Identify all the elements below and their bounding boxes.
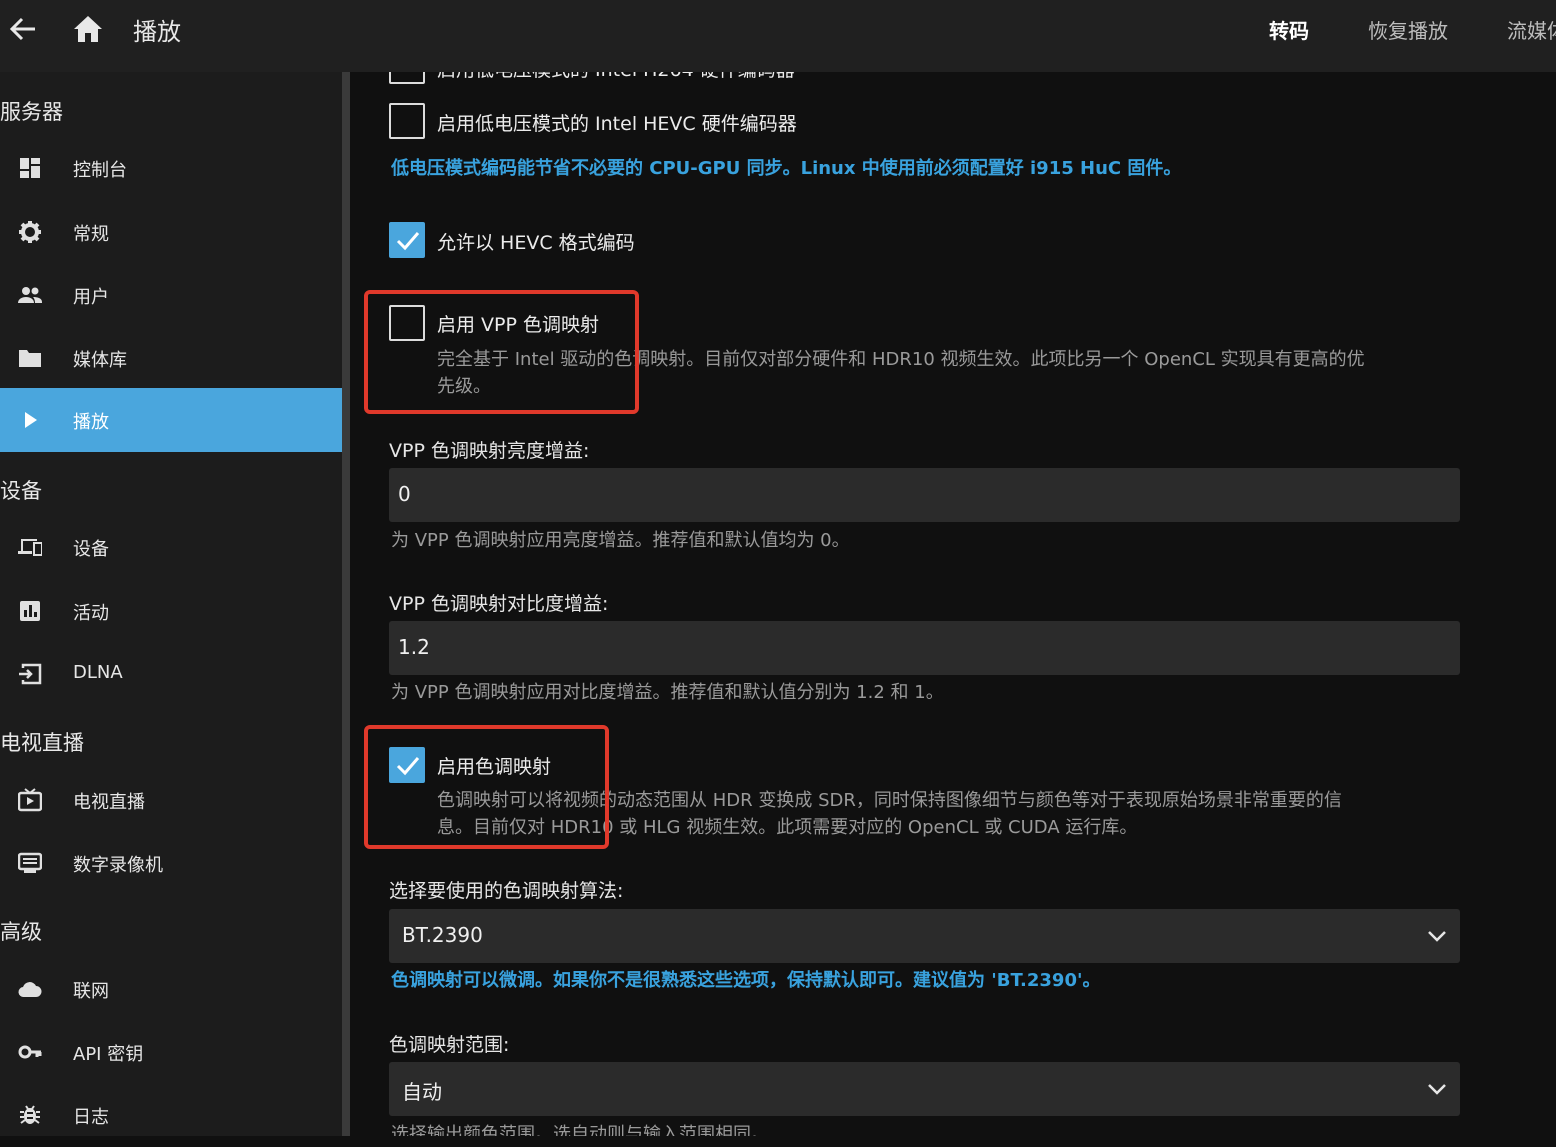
back-arrow-icon[interactable] [8, 14, 38, 44]
checkbox-lowpower-hevc-label: 启用低电压模式的 Intel HEVC 硬件编码器 [437, 113, 797, 135]
sidebar-item-label: 活动 [73, 603, 109, 624]
sidebar-item-label: 数字录像机 [73, 855, 163, 876]
vpp-brightness-help: 为 VPP 色调映射应用亮度增益。推荐值和默认值均为 0。 [391, 530, 850, 551]
tonemap-range-help: 选择输出颜色范围。选自动则与输入范围相同。 [391, 1124, 769, 1136]
home-icon[interactable] [72, 14, 104, 44]
devices-icon [18, 539, 42, 556]
users-icon [18, 287, 42, 303]
app-header: 播放 转码 恢复播放 流媒体 [0, 0, 1556, 72]
lowpower-help-text: 低电压模式编码能节省不必要的 CPU-GPU 同步。Linux 中使用前必须配置… [391, 158, 1182, 179]
sidebar-item-dashboard[interactable]: 控制台 [0, 136, 342, 200]
sidebar-item-label: 控制台 [73, 160, 127, 181]
highlight-box-tonemap [364, 725, 609, 849]
dlna-icon [19, 663, 42, 685]
settings-content: 启用低电压模式的 Intel H264 硬件编码器 启用低电压模式的 Intel… [350, 72, 1556, 1136]
live-tv-icon [18, 788, 42, 812]
checkbox-allow-hevc[interactable] [389, 222, 425, 258]
page-title: 播放 [133, 18, 181, 46]
tonemap-algorithm-select[interactable]: BT.2390 [389, 909, 1460, 963]
tonemap-range-label: 色调映射范围: [389, 1034, 510, 1056]
dvr-icon [18, 852, 42, 873]
sidebar-item-activity[interactable]: 活动 [0, 579, 342, 643]
cloud-icon [18, 982, 42, 998]
checkbox-lowpower-hevc[interactable] [389, 103, 425, 139]
sidebar-item-libraries[interactable]: 媒体库 [0, 326, 342, 390]
sidebar-item-label: DLNA [73, 662, 123, 683]
section-title-server: 服务器 [0, 100, 63, 124]
sidebar-item-label: 常规 [73, 224, 109, 245]
gear-icon [19, 221, 41, 243]
tab-streaming[interactable]: 流媒体 [1507, 15, 1556, 44]
vpp-brightness-input[interactable]: 0 [389, 468, 1460, 522]
sidebar-item-logs[interactable]: 日志 [0, 1083, 342, 1147]
tab-transcoding[interactable]: 转码 [1269, 15, 1309, 44]
tonemap-algorithm-value: BT.2390 [402, 923, 483, 947]
tab-resume[interactable]: 恢复播放 [1368, 15, 1448, 44]
chevron-down-icon [1428, 931, 1446, 942]
tonemap-algorithm-label: 选择要使用的色调映射算法: [389, 880, 624, 902]
sidebar-item-dlna[interactable]: DLNA [0, 642, 342, 706]
check-icon [396, 232, 420, 251]
vpp-brightness-value: 0 [398, 482, 411, 506]
sidebar-item-label: 联网 [73, 981, 109, 1002]
section-title-livetv: 电视直播 [0, 731, 84, 755]
sidebar-item-label: API 密钥 [73, 1044, 144, 1065]
sidebar-item-livetv[interactable]: 电视直播 [0, 768, 342, 832]
sidebar-item-dvr[interactable]: 数字录像机 [0, 831, 342, 895]
play-icon [25, 412, 37, 428]
sidebar-item-label: 媒体库 [73, 350, 127, 371]
checkbox-allow-hevc-label: 允许以 HEVC 格式编码 [437, 232, 635, 254]
sidebar-item-apikeys[interactable]: API 密钥 [0, 1020, 342, 1084]
vpp-contrast-value: 1.2 [398, 635, 430, 659]
section-title-advanced: 高级 [0, 920, 42, 944]
activity-icon [20, 601, 40, 621]
sidebar-item-general[interactable]: 常规 [0, 200, 342, 264]
vpp-contrast-label: VPP 色调映射对比度增益: [389, 593, 609, 615]
section-title-devices: 设备 [0, 479, 42, 503]
sidebar-item-users[interactable]: 用户 [0, 263, 342, 327]
checkbox-lowpower-h264-label: 启用低电压模式的 Intel H264 硬件编码器 [437, 72, 795, 82]
folder-icon [19, 350, 41, 367]
vpp-contrast-help: 为 VPP 色调映射应用对比度增益。推荐值和默认值分别为 1.2 和 1。 [391, 682, 944, 703]
dashboard-icon [20, 158, 40, 178]
bug-icon [20, 1105, 40, 1124]
sidebar-scrollbar[interactable] [342, 72, 350, 1136]
sidebar-item-label: 用户 [73, 287, 109, 308]
chevron-down-icon [1428, 1084, 1446, 1095]
highlight-box-vpp [364, 290, 639, 414]
key-icon [18, 1045, 42, 1059]
tonemap-range-select[interactable]: 自动 [389, 1062, 1460, 1116]
sidebar-item-playback[interactable]: 播放 [0, 388, 342, 452]
sidebar-item-label: 电视直播 [73, 792, 145, 813]
tonemap-algorithm-help: 色调映射可以微调。如果你不是很熟悉这些选项，保持默认即可。建议值为 'BT.23… [391, 970, 1101, 991]
vpp-contrast-input[interactable]: 1.2 [389, 621, 1460, 675]
vpp-brightness-label: VPP 色调映射亮度增益: [389, 440, 590, 462]
checkbox-lowpower-h264[interactable] [389, 72, 425, 84]
tonemap-range-value: 自动 [402, 1080, 442, 1104]
sidebar-item-label: 设备 [73, 539, 109, 560]
sidebar-item-label: 日志 [73, 1107, 109, 1128]
sidebar-item-devices[interactable]: 设备 [0, 515, 342, 579]
sidebar-item-label: 播放 [73, 412, 109, 433]
sidebar-item-networking[interactable]: 联网 [0, 957, 342, 1021]
